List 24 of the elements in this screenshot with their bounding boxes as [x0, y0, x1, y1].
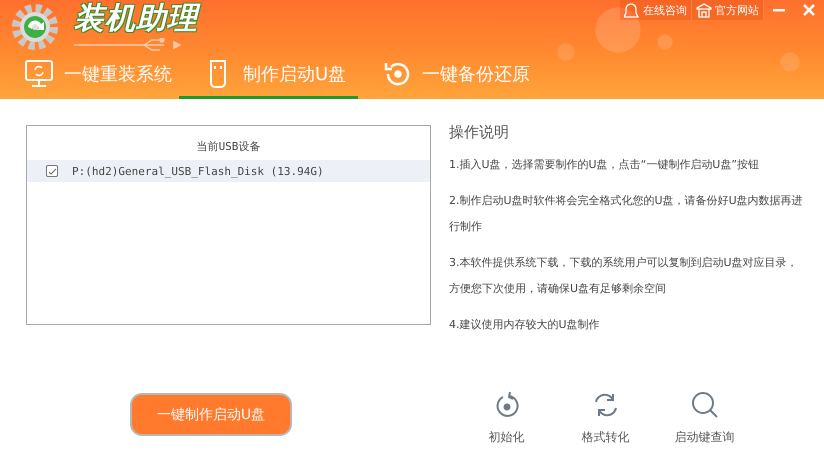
usb-cable-icon	[74, 38, 184, 52]
make-boot-usb-button[interactable]: 一键制作启动U盘	[130, 393, 292, 436]
checkbox[interactable]	[46, 165, 58, 177]
instruction-step: 1.插入U盘，选择需要制作的U盘，点击“一键制作启动U盘”按钮	[449, 152, 807, 178]
instruction-step: 3.本软件提供系统下载，下载的系统用户可以复制到启动U盘对应目录，方便您下次使用，请确保U盘有足够剩余空间	[449, 250, 807, 302]
instruction-step: 4.建议使用内存较大的U盘制作	[449, 312, 807, 338]
instruction-step: 2.制作启动U盘时软件将会完全格式化您的U盘，请备份好U盘内数据再进行制作	[449, 188, 807, 240]
nav-tab[interactable]: 制作启动U盘	[179, 52, 358, 99]
close-icon[interactable]	[802, 3, 816, 17]
list-header: 当前USB设备	[196, 139, 262, 155]
tool-button[interactable]: 启动键查询	[655, 391, 754, 446]
nav-tab[interactable]: 一键重装系统	[0, 52, 179, 99]
tool-button[interactable]: 格式转化	[556, 391, 655, 446]
app-title: 装机助理	[74, 2, 198, 36]
device-row[interactable]: P:(hd2)General_USB_Flash_Disk (13.94G)	[27, 160, 430, 182]
house-icon	[696, 2, 712, 18]
top-link[interactable]: 官方网站	[692, 0, 764, 20]
nav-tab[interactable]: 一键备份还原	[358, 52, 537, 99]
instructions-title: 操作说明	[449, 123, 510, 142]
monitor-icon	[24, 59, 54, 89]
search-icon	[690, 391, 718, 419]
gear-logo-icon	[10, 2, 60, 52]
tool-button[interactable]: 初始化	[457, 391, 556, 446]
top-link[interactable]: 在线咨询	[620, 0, 692, 20]
